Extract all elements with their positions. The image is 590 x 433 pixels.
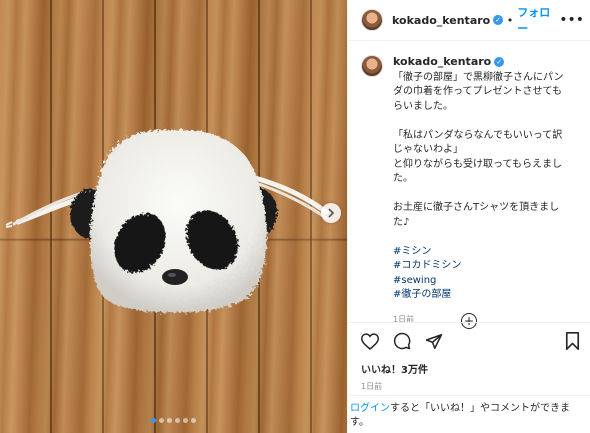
login-prompt-text-end: す。 xyxy=(350,417,369,428)
caption-line: た。 xyxy=(393,173,413,184)
caption-line: お土産に徹子さんTシャツを頂きまし xyxy=(393,202,560,213)
verified-badge-icon: ✓ xyxy=(494,57,505,68)
carousel-dot xyxy=(183,418,188,423)
like-button[interactable] xyxy=(360,331,380,351)
post-side-panel: kokado_kentaro ✓ • フォロー ••• kokado_kenta… xyxy=(347,0,590,433)
caption-line: じゃないわよ」 xyxy=(393,144,463,155)
carousel-next-button[interactable] xyxy=(321,203,341,223)
carousel-dot xyxy=(167,418,172,423)
verified-badge-icon: ✓ xyxy=(493,15,503,25)
username-link[interactable]: kokado_kentaro xyxy=(393,55,491,70)
more-options-icon[interactable]: ••• xyxy=(559,12,584,28)
caption: kokado_kentaro ✓ 「徹子の部屋」で黒柳徹子さんにパン ダの巾着を… xyxy=(348,41,590,327)
panda-pouch-image xyxy=(5,129,329,314)
carousel-dot xyxy=(151,418,156,423)
login-prompt: ログインすると「いいね！」やコメントができま す。 xyxy=(348,395,590,433)
login-prompt-text: すると「いいね！」やコメントができま xyxy=(390,403,570,414)
caption-body: kokado_kentaro ✓ 「徹子の部屋」で黒柳徹子さんにパン ダの巾着を… xyxy=(393,55,580,327)
avatar[interactable] xyxy=(361,55,383,77)
post-photo[interactable] xyxy=(0,0,347,433)
share-icon xyxy=(425,333,443,349)
chevron-right-icon xyxy=(328,208,335,218)
hashtag-link[interactable]: #ミシン xyxy=(393,245,580,260)
caption-line: た♪ xyxy=(393,216,410,228)
caption-line: 「徹子の部屋」で黒柳徹子さんにパン xyxy=(393,71,564,83)
bookmark-icon xyxy=(565,332,579,350)
carousel-dot xyxy=(175,418,180,423)
hashtag-link[interactable]: #sewing xyxy=(393,274,580,289)
comment-icon xyxy=(393,332,411,350)
heart-icon xyxy=(361,332,379,350)
caption-line: らいました。 xyxy=(393,100,453,112)
login-link[interactable]: ログイン xyxy=(350,403,390,414)
hashtag-link[interactable]: #コカドミシン xyxy=(393,259,580,274)
post-header: kokado_kentaro ✓ • フォロー ••• xyxy=(348,0,590,41)
username-link[interactable]: kokado_kentaro xyxy=(392,14,490,27)
action-section: いいね！3万件 1日前 xyxy=(348,322,590,392)
carousel-indicator xyxy=(0,418,347,423)
action-bar xyxy=(348,323,590,359)
follow-button[interactable]: フォロー xyxy=(517,4,559,36)
carousel-dot xyxy=(159,418,164,423)
share-button[interactable] xyxy=(424,331,444,351)
carousel-dot xyxy=(191,418,196,423)
comment-button[interactable] xyxy=(392,331,412,351)
caption-line: ダの巾着を作ってプレゼントさせても xyxy=(393,86,562,97)
caption-line: 「私はパンダならなんでもいいって訳 xyxy=(393,129,563,141)
save-button[interactable] xyxy=(562,331,582,351)
avatar[interactable] xyxy=(361,9,383,31)
caption-line: と仰りながらも受け取ってもらえまし xyxy=(393,158,562,170)
caption-username: kokado_kentaro ✓ xyxy=(393,55,580,70)
separator: • xyxy=(506,13,514,27)
likes-count[interactable]: いいね！3万件 xyxy=(348,361,590,376)
post-timestamp[interactable]: 1日前 xyxy=(348,381,590,392)
hashtag-link[interactable]: #徹子の部屋 xyxy=(393,288,580,303)
